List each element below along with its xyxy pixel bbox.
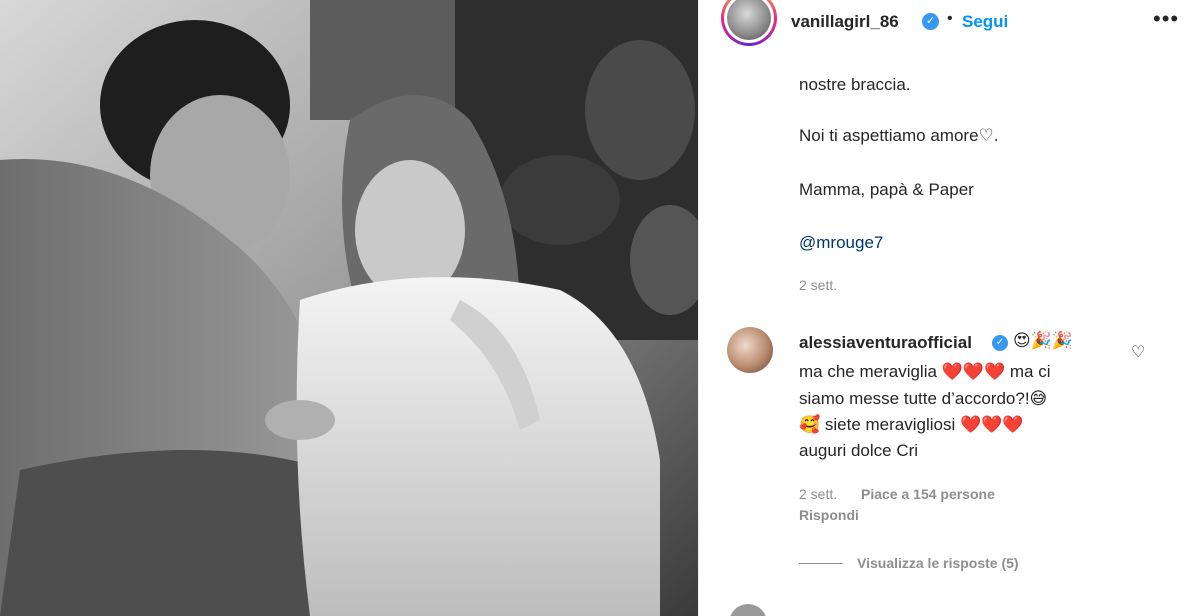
- profile-photo-icon: [727, 0, 771, 40]
- post-header: vanillagirl_86 ✓ • Segui •••: [699, 0, 1190, 46]
- comment-like-heart-icon[interactable]: ♡: [1131, 342, 1145, 362]
- comment-likes-count[interactable]: Piace a 154 persone: [861, 486, 995, 502]
- next-commenter-avatar[interactable]: [729, 604, 767, 616]
- verified-badge-icon: ✓: [922, 13, 939, 30]
- comment-text-line: 🥰 siete meravigliosi ❤️❤️❤️: [799, 415, 1024, 434]
- story-ring: [721, 0, 777, 46]
- comment-timestamp[interactable]: 2 sett.: [799, 486, 837, 502]
- follow-button[interactable]: Segui: [962, 12, 1008, 32]
- reply-button[interactable]: Rispondi: [799, 507, 859, 523]
- caption-timestamp[interactable]: 2 sett.: [799, 277, 837, 293]
- caption-mention-link[interactable]: @mrouge7: [799, 233, 883, 253]
- comment-emojis: 😍🎉🎉: [1013, 331, 1074, 350]
- comment-text-line: ma che meraviglia ❤️❤️❤️ ma ci: [799, 362, 1051, 381]
- commenter-avatar[interactable]: [727, 327, 773, 373]
- commenter-username[interactable]: alessiaventuraofficial: [799, 333, 972, 353]
- author-username[interactable]: vanillagirl_86: [791, 12, 899, 32]
- caption-line: Noi ti aspettiamo amore♡.: [799, 126, 999, 145]
- post-photo[interactable]: [0, 0, 698, 616]
- replies-divider: [799, 563, 843, 564]
- comment-text-line: siamo messe tutte d’accordo?!😅: [799, 389, 1048, 408]
- view-replies-button[interactable]: Visualizza le risposte (5): [857, 555, 1019, 571]
- more-options-icon[interactable]: •••: [1153, 6, 1179, 32]
- post-side-panel: vanillagirl_86 ✓ • Segui ••• nostre brac…: [698, 0, 1190, 616]
- separator-dot: •: [947, 10, 953, 27]
- author-avatar[interactable]: [721, 0, 777, 46]
- post-photo-illustration: [0, 0, 698, 616]
- caption-line: nostre braccia.: [799, 75, 911, 94]
- commenter-verified-badge-icon: ✓: [992, 335, 1008, 351]
- caption-line: Mamma, papà & Paper: [799, 180, 974, 199]
- comment-meta: 2 sett. Piace a 154 persone: [799, 486, 995, 502]
- comment-text-line: auguri dolce Cri: [799, 441, 919, 460]
